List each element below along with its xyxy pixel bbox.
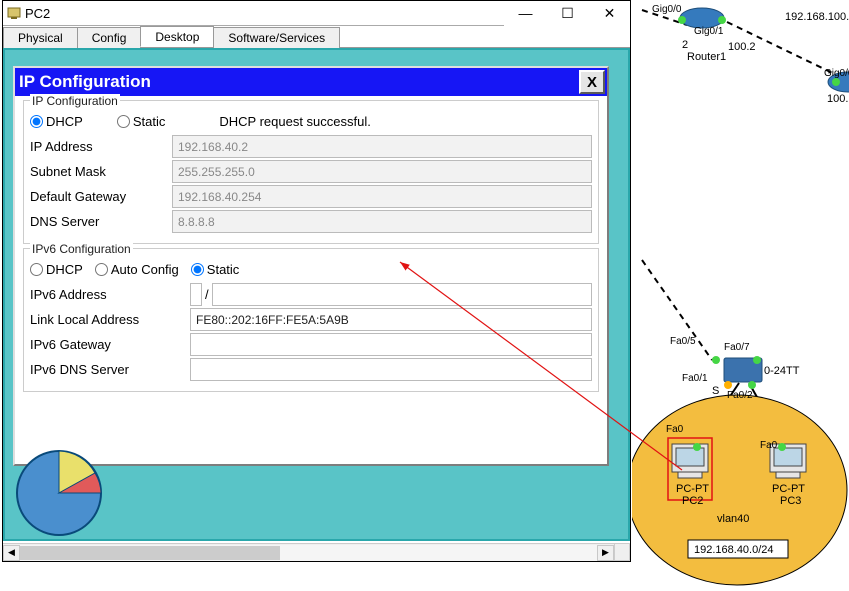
static-radio-label[interactable]: Static [117,114,166,129]
pie-chart-icon[interactable] [15,449,103,537]
ipv6-legend: IPv6 Configuration [30,242,133,256]
svg-text:PC3: PC3 [780,495,801,507]
link-local-label: Link Local Address [30,312,190,327]
scroll-corner [614,543,630,561]
tab-software-services[interactable]: Software/Services [213,27,340,48]
svg-text:PC2: PC2 [682,495,703,507]
tabs: Physical Config Desktop Software/Service… [3,26,630,48]
svg-text:PC-PT: PC-PT [772,483,805,495]
window-title: PC2 [25,6,504,21]
ipv6-gateway-label: IPv6 Gateway [30,337,190,352]
svg-text:Fa0: Fa0 [760,440,778,451]
scroll-left-button[interactable]: ◀ [3,545,20,561]
svg-text:Fa0: Fa0 [666,424,684,435]
ipv6-static-radio-label[interactable]: Static [191,262,240,277]
horizontal-scrollbar[interactable]: ◀ ▶ [3,543,614,561]
ipv4-fieldset: IP Configuration DHCP Static DHCP reques… [23,100,599,244]
ipv6-dhcp-radio-label[interactable]: DHCP [30,262,83,277]
tab-physical[interactable]: Physical [3,27,78,48]
svg-text:100.1: 100.1 [827,93,849,105]
link-local-input[interactable] [190,308,592,331]
dhcp-status: DHCP request successful. [219,114,371,129]
gateway-input[interactable] [172,185,592,208]
window-titlebar[interactable]: PC2 — ☐ ✕ [3,1,630,26]
svg-text:Gig0/0: Gig0/0 [652,4,682,15]
ipv6-prefix-input[interactable] [212,283,592,306]
tab-config[interactable]: Config [77,27,142,48]
ipv6-fieldset: IPv6 Configuration DHCP Auto Config Stat… [23,248,599,392]
svg-text:vlan40: vlan40 [717,513,749,525]
ipv6-dhcp-radio[interactable] [30,263,43,276]
minimize-button[interactable]: — [504,1,546,26]
svg-text:Fa0/5: Fa0/5 [670,336,696,347]
tab-desktop[interactable]: Desktop [140,26,214,47]
maximize-button[interactable]: ☐ [546,1,588,26]
svg-text:PC-PT: PC-PT [676,483,709,495]
svg-text:Fa0/1: Fa0/1 [682,373,708,384]
svg-text:100.2: 100.2 [728,41,756,53]
dns-label: DNS Server [30,214,172,229]
ipv6-gateway-input[interactable] [190,333,592,356]
ipv6-auto-radio-label[interactable]: Auto Config [95,262,179,277]
ip-config-window: IP Configuration X IP Configuration DHCP… [13,66,609,466]
ipv6-auto-radio[interactable] [95,263,108,276]
svg-text:Fa0/2: Fa0/2 [727,390,753,401]
close-button[interactable]: ✕ [588,1,630,26]
pc2-window: PC2 — ☐ ✕ Physical Config Desktop Softwa… [2,0,631,562]
router1-device[interactable] [678,8,726,28]
svg-text:192.168.100.0: 192.168.100.0 [785,11,849,23]
subnet-input[interactable] [172,160,592,183]
scroll-thumb[interactable] [20,546,280,560]
ip-config-close-button[interactable]: X [579,70,605,94]
ipv6-dns-input[interactable] [190,358,592,381]
switch-device[interactable] [712,356,762,389]
ip-config-title: IP Configuration [19,72,579,92]
svg-text:S: S [712,385,719,397]
scroll-track[interactable] [20,545,597,561]
gateway-label: Default Gateway [30,189,172,204]
ipv6-addr-label: IPv6 Address [30,287,190,302]
desktop-area: IP Configuration X IP Configuration DHCP… [3,48,630,541]
ip-address-label: IP Address [30,139,172,154]
ip-address-input[interactable] [172,135,592,158]
ipv6-addr-input[interactable] [190,283,202,306]
network-topology[interactable]: Gig0/0 Gig0/1 2 Router1 100.2 192.168.10… [632,0,849,588]
svg-text:Fa0/7: Fa0/7 [724,342,750,353]
svg-text:Router1: Router1 [687,51,726,63]
svg-text:Gig0/0: Gig0/0 [824,68,849,79]
subnet-label: Subnet Mask [30,164,172,179]
dns-input[interactable] [172,210,592,233]
dhcp-radio[interactable] [30,115,43,128]
svg-text:192.168.40.0/24: 192.168.40.0/24 [694,544,774,556]
svg-text:0-24TT: 0-24TT [764,365,800,377]
ipv6-dns-label: IPv6 DNS Server [30,362,190,377]
ipv6-static-radio[interactable] [191,263,204,276]
scroll-right-button[interactable]: ▶ [597,545,614,561]
ip-config-titlebar[interactable]: IP Configuration X [15,68,607,96]
svg-text:2: 2 [682,39,688,51]
ipv4-legend: IP Configuration [30,94,120,108]
app-icon [3,6,25,20]
static-radio[interactable] [117,115,130,128]
svg-text:Gig0/1: Gig0/1 [694,26,724,37]
dhcp-radio-label[interactable]: DHCP [30,114,83,129]
